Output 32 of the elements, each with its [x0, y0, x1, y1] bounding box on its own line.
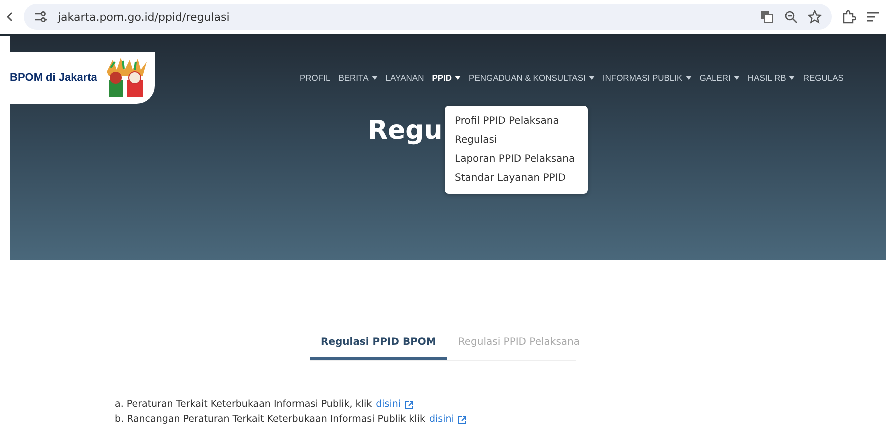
- external-link-icon[interactable]: [458, 416, 468, 424]
- nav-item[interactable]: HASIL RB: [748, 73, 796, 83]
- menu-item[interactable]: Laporan PPID Pelaksana: [445, 150, 588, 169]
- nav-item[interactable]: PENGADUAN & KONSULTASI: [469, 73, 595, 83]
- reading-list-icon[interactable]: [866, 10, 880, 24]
- nav-item[interactable]: PROFIL: [300, 73, 331, 83]
- menu-item[interactable]: Standar Layanan PPID: [445, 169, 588, 188]
- nav-item[interactable]: LAYANAN: [386, 73, 424, 83]
- nav-item[interactable]: REGULAS: [803, 73, 844, 83]
- site-info-icon[interactable]: [34, 10, 48, 24]
- nav-item[interactable]: PPID: [432, 73, 462, 83]
- menu-item[interactable]: Regulasi: [445, 131, 588, 150]
- star-icon[interactable]: [808, 10, 822, 24]
- back-icon[interactable]: [6, 10, 14, 24]
- list-item-text: b. Rancangan Peraturan Terkait Keterbukaan Informasi Publik klik: [115, 414, 426, 426]
- url-text: jakarta.pom.go.id/ppid/regulasi: [58, 10, 231, 24]
- page-title: Regu: [368, 116, 443, 146]
- translate-icon[interactable]: [760, 10, 774, 24]
- extensions-icon[interactable]: [842, 10, 856, 24]
- list-item-text: a. Peraturan Terkait Keterbukaan Informasi Publik, klik: [115, 399, 372, 411]
- logo-badge[interactable]: BPOM di Jakarta: [10, 52, 155, 104]
- external-link-icon[interactable]: [405, 400, 414, 410]
- link[interactable]: disini: [376, 399, 402, 411]
- nav-item[interactable]: GALERI: [700, 73, 740, 83]
- link[interactable]: disini: [429, 414, 454, 426]
- nav-item[interactable]: INFORMASI PUBLIK: [602, 73, 692, 83]
- logo-text: BPOM di Jakarta: [10, 72, 98, 84]
- zoom-icon[interactable]: [784, 10, 798, 24]
- menu-item[interactable]: Profil PPID Pelaksana: [445, 112, 588, 131]
- nav-item[interactable]: BERITA: [338, 73, 378, 83]
- address-bar[interactable]: jakarta.pom.go.id/ppid/regulasi: [24, 4, 832, 30]
- tab[interactable]: Regulasi PPID BPOM: [310, 331, 448, 360]
